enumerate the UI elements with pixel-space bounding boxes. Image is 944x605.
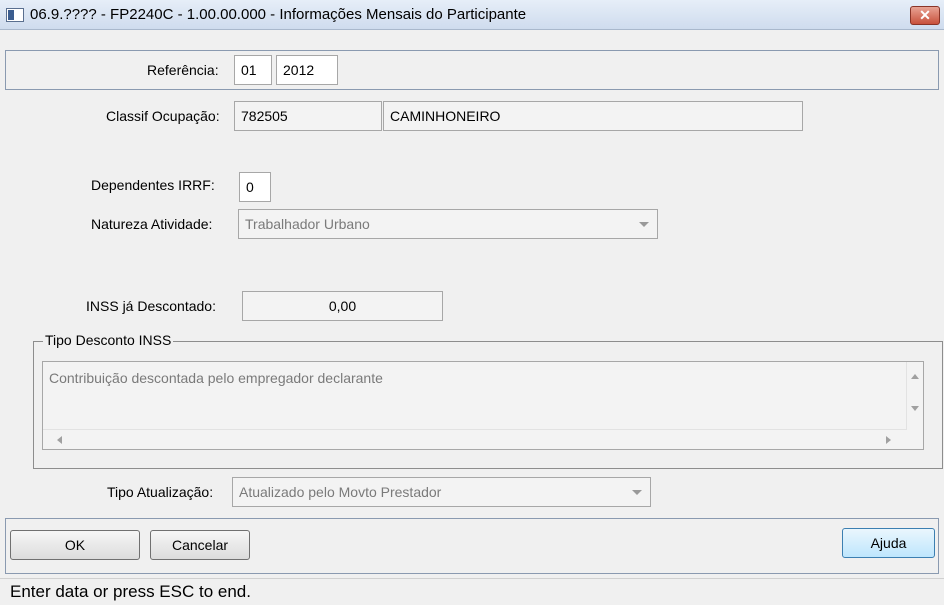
reference-panel	[5, 50, 939, 90]
scroll-up-icon[interactable]	[911, 374, 919, 379]
dependentes-irrf-field[interactable]: 0	[239, 172, 271, 202]
tipo-atualizacao-select[interactable]: Atualizado pelo Movto Prestador	[232, 477, 651, 507]
tipo-atualizacao-label: Tipo Atualização:	[107, 484, 214, 500]
referencia-month-field[interactable]: 01	[234, 55, 272, 85]
horizontal-scrollbar[interactable]	[43, 429, 907, 449]
help-button[interactable]: Ajuda	[842, 528, 935, 558]
tipo-desconto-group-title: Tipo Desconto INSS	[43, 332, 174, 348]
scroll-left-icon[interactable]	[57, 436, 62, 444]
window-title: 06.9.???? - FP2240C - 1.00.00.000 - Info…	[30, 6, 527, 23]
title-bar[interactable]: 06.9.???? - FP2240C - 1.00.00.000 - Info…	[0, 0, 944, 30]
close-button[interactable]: ✕	[910, 6, 940, 25]
cancel-button[interactable]: Cancelar	[150, 530, 250, 560]
status-bar: Enter data or press ESC to end.	[0, 578, 944, 605]
button-bar	[5, 518, 939, 574]
referencia-label: Referência:	[147, 62, 219, 78]
inss-descontado-field[interactable]: 0,00	[242, 291, 443, 321]
vertical-scrollbar[interactable]	[906, 362, 923, 429]
referencia-year-field[interactable]: 2012	[276, 55, 338, 85]
chevron-down-icon	[632, 490, 642, 495]
classif-ocupacao-description-field: CAMINHONEIRO	[383, 101, 803, 131]
ok-button[interactable]: OK	[10, 530, 140, 560]
classif-ocupacao-code-field[interactable]: 782505	[234, 101, 382, 131]
status-text: Enter data or press ESC to end.	[10, 582, 251, 601]
chevron-down-icon	[639, 222, 649, 227]
natureza-atividade-value: Trabalhador Urbano	[245, 216, 370, 232]
inss-descontado-label: INSS já Descontado:	[86, 298, 216, 314]
tipo-desconto-textarea[interactable]: Contribuição descontada pelo empregador …	[42, 361, 924, 450]
scroll-down-icon[interactable]	[911, 406, 919, 411]
app-window-icon	[6, 8, 24, 22]
dialog-window: 06.9.???? - FP2240C - 1.00.00.000 - Info…	[0, 0, 944, 605]
dependentes-irrf-label: Dependentes IRRF:	[91, 177, 215, 193]
tipo-atualizacao-value: Atualizado pelo Movto Prestador	[239, 484, 442, 500]
scroll-right-icon[interactable]	[886, 436, 891, 444]
classif-ocupacao-label: Classif Ocupação:	[106, 108, 220, 124]
natureza-atividade-label: Natureza Atividade:	[91, 216, 213, 232]
tipo-desconto-text: Contribuição descontada pelo empregador …	[49, 370, 383, 386]
natureza-atividade-select[interactable]: Trabalhador Urbano	[238, 209, 658, 239]
